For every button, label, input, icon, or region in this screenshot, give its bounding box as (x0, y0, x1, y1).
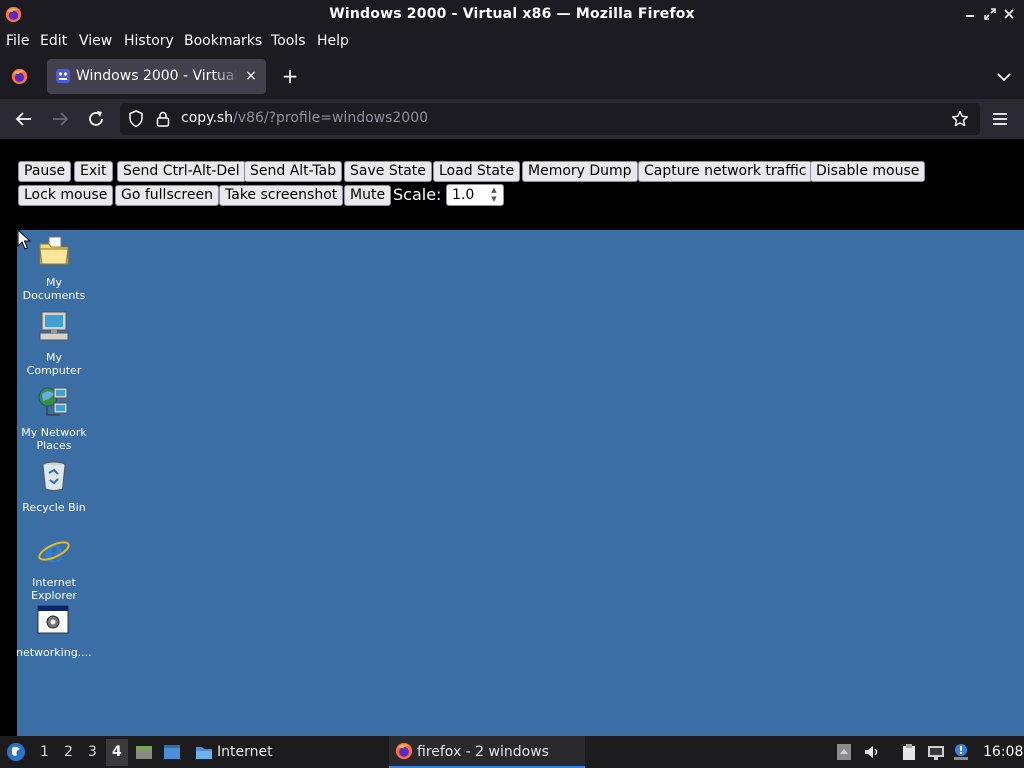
computer-icon (39, 311, 69, 341)
navigation-bar: copy.sh/v86/?profile=windows2000 (0, 99, 1024, 139)
load-state-button[interactable]: Load State (433, 161, 521, 182)
tab-title-fade (212, 65, 242, 87)
desktop-icon-label: My Computer (26, 351, 82, 377)
clock: 16:08 (983, 744, 1024, 760)
taskbar-item-label: firefox - 2 windows (417, 744, 549, 760)
workspace-4[interactable]: 4 (112, 744, 122, 760)
tracking-protection-shield-icon[interactable] (128, 110, 144, 128)
take-screenshot-button[interactable]: Take screenshot (219, 185, 344, 206)
desktop-window-icon[interactable] (163, 743, 181, 761)
save-state-button[interactable]: Save State (344, 161, 432, 182)
page-content: Pause Exit Send Ctrl-Alt-Del Send Alt-Ta… (0, 139, 1024, 736)
close-window-button[interactable] (1001, 6, 1017, 22)
workspace-2[interactable]: 2 (64, 744, 73, 760)
back-arrow-icon[interactable] (13, 108, 35, 130)
workspace-1[interactable]: 1 (40, 744, 49, 760)
internet-explorer-icon: e (38, 532, 70, 570)
desktop-icon-internet-explorer[interactable]: e Internet Explorer (17, 532, 91, 602)
url-bar[interactable]: copy.sh/v86/?profile=windows2000 (120, 103, 980, 135)
file-manager-icon[interactable] (135, 743, 153, 761)
desktop-panel: 1 2 3 4 Internet firefox - 2 windows 16:… (0, 736, 1024, 768)
send-alt-tab-button[interactable]: Send Alt-Tab (244, 161, 343, 182)
lock-mouse-button[interactable]: Lock mouse (18, 185, 114, 206)
capture-network-traffic-button[interactable]: Capture network traffic (638, 161, 813, 182)
hamburger-menu-icon[interactable] (990, 109, 1010, 129)
menu-view[interactable]: View (79, 33, 112, 49)
volume-icon[interactable] (863, 743, 881, 761)
menu-help[interactable]: Help (317, 33, 349, 49)
bookmark-star-icon[interactable] (951, 110, 969, 128)
maximize-button[interactable] (982, 6, 998, 22)
window-title: Windows 2000 - Virtual x86 — Mozilla Fir… (329, 6, 695, 22)
desktop-icon-label: networking.... (16, 646, 92, 659)
list-all-tabs-chevron-down-icon[interactable] (994, 67, 1014, 87)
maximize-icon (984, 8, 996, 20)
network-connection-icon[interactable] (927, 743, 945, 761)
folder-icon[interactable] (195, 743, 213, 761)
minimize-icon (966, 15, 974, 17)
tab-close-button[interactable]: × (243, 67, 259, 85)
menu-tools[interactable]: Tools (271, 33, 306, 49)
disable-mouse-button[interactable]: Disable mouse (810, 161, 926, 182)
scale-input[interactable]: 1.0 ▲ ▼ (446, 184, 504, 206)
minimize-button[interactable] (962, 6, 978, 22)
lock-icon[interactable] (156, 110, 170, 128)
desktop-icon-my-computer[interactable]: My Computer (17, 309, 91, 377)
notification-area-up-icon[interactable] (835, 743, 853, 761)
close-icon (1004, 9, 1014, 19)
menu-file[interactable]: File (6, 33, 29, 49)
taskbar-item-firefox[interactable]: firefox - 2 windows (389, 736, 585, 768)
go-fullscreen-button[interactable]: Go fullscreen (115, 185, 219, 206)
memory-dump-button[interactable]: Memory Dump (522, 161, 638, 182)
exit-button[interactable]: Exit (74, 161, 113, 182)
clipboard-icon[interactable] (900, 743, 918, 761)
workspace-3[interactable]: 3 (88, 744, 97, 760)
desktop-icon-networking[interactable]: networking.... (16, 604, 92, 659)
menu-history[interactable]: History (124, 33, 174, 49)
scale-label: Scale: (393, 185, 442, 204)
desktop-icon-label: My Network Places (21, 426, 87, 452)
desktop-icon-label: Internet Explorer (31, 576, 77, 602)
firefox-icon (395, 742, 413, 760)
network-places-icon (38, 387, 68, 416)
tab-strip: Windows 2000 - Virtual x86 × + (0, 53, 1024, 99)
menu-bar: File Edit View History Bookmarks Tools H… (0, 29, 1024, 53)
desktop-icon-recycle-bin[interactable]: Recycle Bin (17, 459, 91, 514)
desktop-icon-my-network-places[interactable]: My Network Places (17, 384, 91, 452)
svg-text:e: e (44, 534, 64, 568)
scale-spinner[interactable]: ▲ ▼ (489, 186, 499, 204)
new-tab-button[interactable]: + (280, 66, 300, 86)
folder-documents-icon (39, 236, 69, 265)
scale-value: 1.0 (452, 187, 475, 203)
mouse-cursor-icon (17, 229, 31, 250)
update-notifier-icon[interactable] (952, 743, 970, 761)
application-launcher-icon[interactable] (6, 742, 26, 762)
emulator-screen[interactable]: My Documents My Computer My Network Plac… (16, 230, 1024, 736)
url-host: copy.sh (181, 110, 234, 126)
mute-button[interactable]: Mute (344, 185, 392, 206)
internet-task-label[interactable]: Internet (217, 744, 273, 760)
menu-bookmarks[interactable]: Bookmarks (184, 33, 262, 49)
url-path: /v86/?profile=windows2000 (233, 110, 429, 126)
tab-active[interactable]: Windows 2000 - Virtual x86 × (47, 59, 266, 94)
firefox-view-icon[interactable] (11, 68, 28, 85)
window-titlebar: Windows 2000 - Virtual x86 — Mozilla Fir… (0, 0, 1024, 29)
program-window-icon (37, 605, 69, 634)
send-ctrl-alt-del-button[interactable]: Send Ctrl-Alt-Del (117, 161, 246, 182)
forward-arrow-icon[interactable] (49, 108, 71, 130)
desktop-icon-label: My Documents (22, 276, 86, 302)
desktop-icon-label: Recycle Bin (22, 501, 86, 514)
url-text[interactable]: copy.sh/v86/?profile=windows2000 (181, 110, 428, 126)
menu-edit[interactable]: Edit (40, 33, 67, 49)
recycle-bin-icon (42, 461, 66, 491)
pause-button[interactable]: Pause (18, 161, 72, 182)
v86-favicon-icon (56, 69, 70, 83)
reload-icon[interactable] (85, 108, 107, 130)
